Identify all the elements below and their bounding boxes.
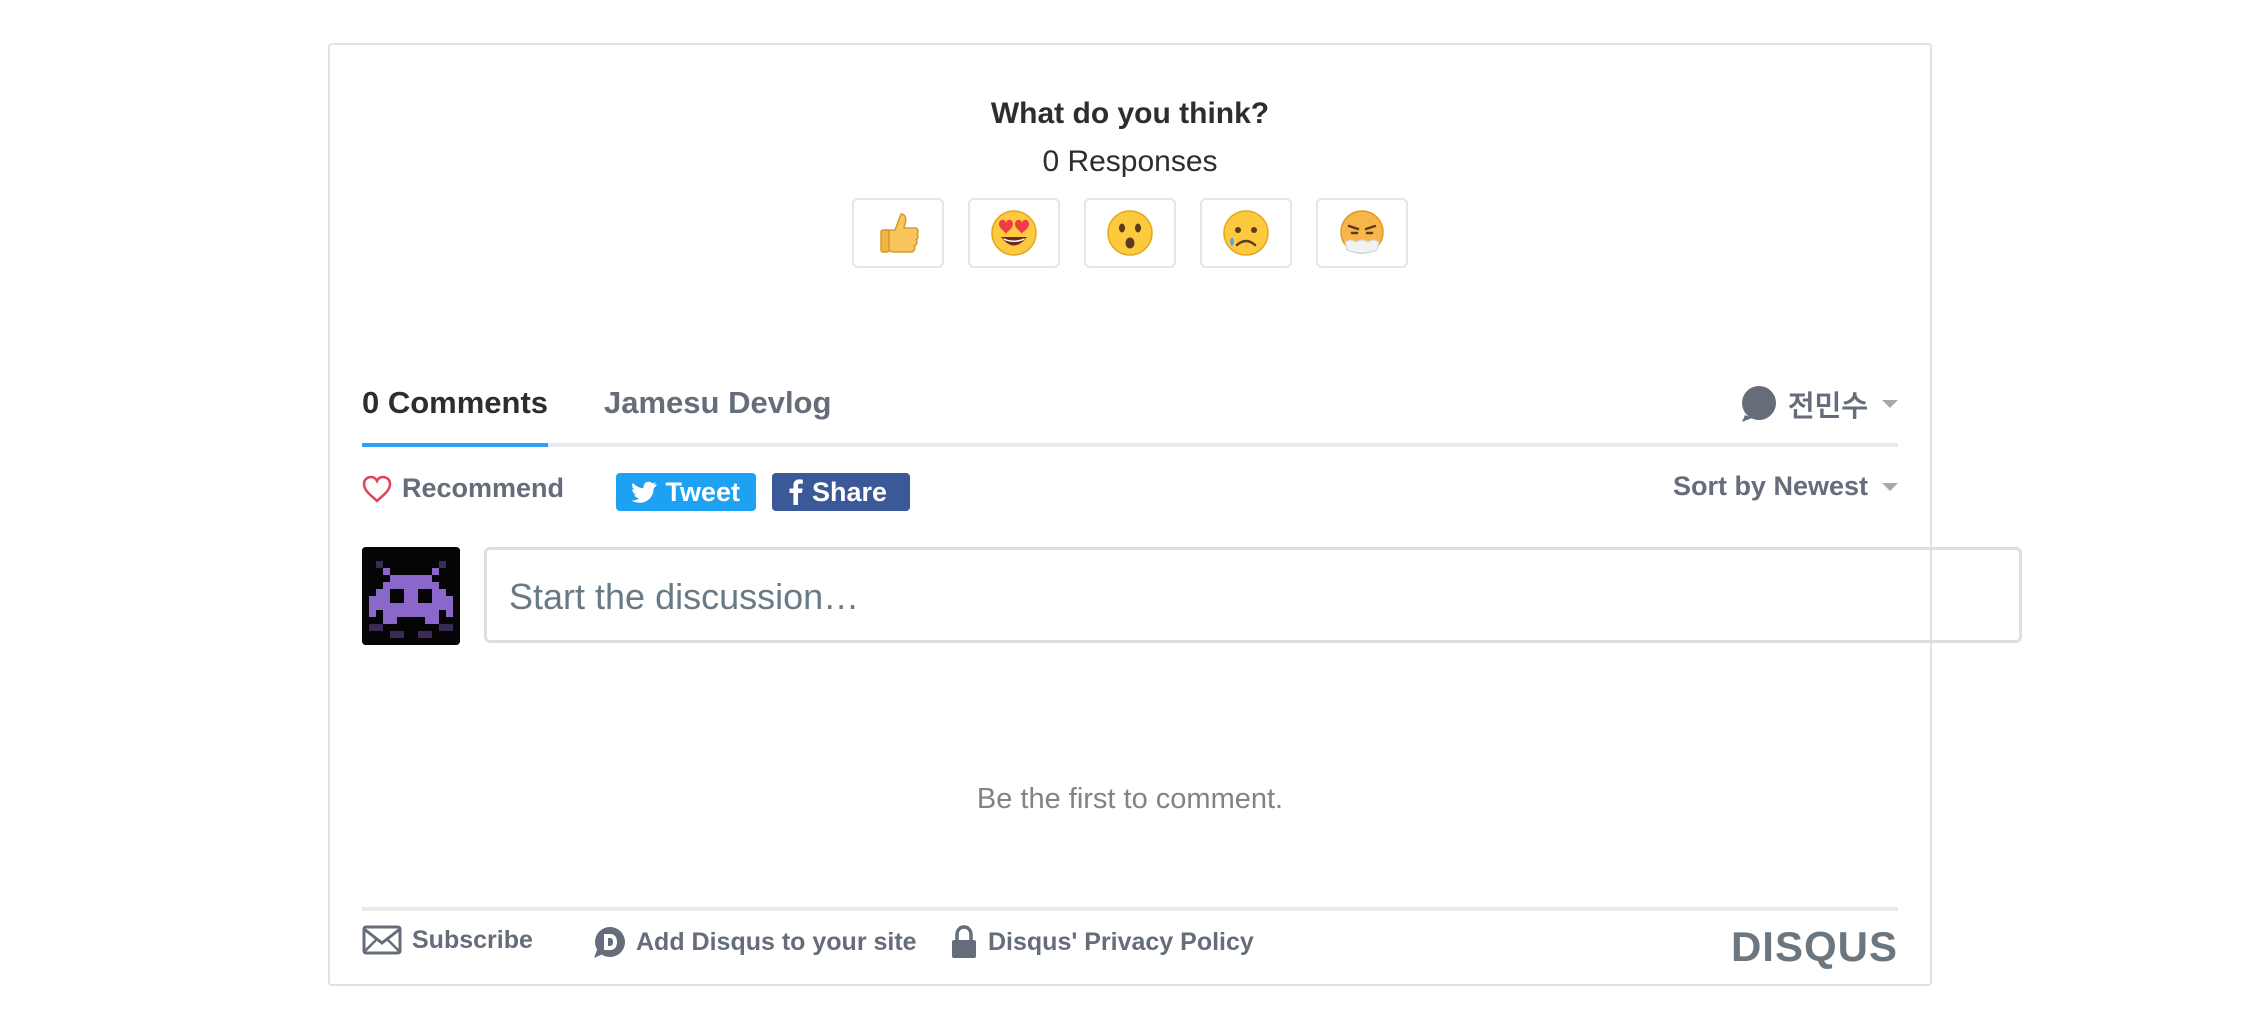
envelope-icon bbox=[362, 925, 402, 955]
reactions-count: 0 Responses bbox=[1042, 145, 1218, 178]
tweet-label: Tweet bbox=[665, 476, 740, 507]
chevron-down-icon bbox=[1882, 400, 1898, 408]
twitter-icon bbox=[632, 481, 657, 503]
recommend-button[interactable]: Recommend bbox=[362, 473, 564, 504]
chevron-down-icon bbox=[1882, 482, 1898, 491]
reaction-sad[interactable] bbox=[1200, 198, 1292, 268]
disqus-embed: What do you think? 0 Responses 0 Comment… bbox=[328, 43, 2022, 986]
facebook-share-button[interactable]: Share bbox=[772, 473, 910, 511]
privacy-policy-link[interactable]: Disqus' Privacy Policy bbox=[950, 925, 1254, 959]
reaction-row bbox=[330, 198, 1930, 268]
recommend-label: Recommend bbox=[402, 473, 565, 503]
user-menu[interactable]: 전민수 bbox=[1740, 383, 1898, 425]
reaction-angry[interactable] bbox=[1316, 198, 1408, 268]
comment-input[interactable]: Start the discussion… bbox=[484, 547, 2022, 643]
share-label: Share bbox=[812, 476, 888, 507]
thumbs-up-icon bbox=[880, 213, 919, 253]
subscribe-link[interactable]: Subscribe bbox=[362, 925, 533, 955]
reactions-title: What do you think? bbox=[990, 97, 1270, 130]
sort-label: Sort by Newest bbox=[1672, 471, 1868, 501]
disqus-d-icon bbox=[594, 927, 625, 958]
tab-bar: 0 Comments Jamesu Devlog 전민수 bbox=[362, 375, 1898, 447]
reaction-heart-eyes[interactable] bbox=[968, 198, 1060, 268]
heart-eyes-icon bbox=[991, 210, 1037, 256]
notification-bubble-icon bbox=[1741, 386, 1776, 422]
tab-comments[interactable]: 0 Comments bbox=[362, 375, 549, 447]
action-bar: Recommend Tweet Share Sort by Newest bbox=[362, 465, 1898, 515]
lock-icon bbox=[952, 925, 976, 958]
user-name: 전민수 bbox=[1787, 391, 1868, 423]
facebook-icon bbox=[789, 479, 803, 505]
surprised-icon bbox=[1107, 210, 1153, 256]
sort-dropdown[interactable]: Sort by Newest bbox=[1673, 471, 1898, 502]
tweet-button[interactable]: Tweet bbox=[616, 473, 756, 511]
reaction-surprised[interactable] bbox=[1084, 198, 1176, 268]
disqus-logo[interactable]: DISQUS bbox=[1731, 923, 1898, 971]
reaction-thumbs-up[interactable] bbox=[852, 198, 944, 268]
add-disqus-label: Add Disqus to your site bbox=[636, 927, 917, 956]
avatar[interactable] bbox=[362, 547, 460, 645]
angry-icon bbox=[1340, 210, 1384, 254]
footer: Subscribe Add Disqus to your site Disqus… bbox=[362, 907, 1898, 971]
privacy-label: Disqus' Privacy Policy bbox=[988, 927, 1254, 956]
subscribe-label: Subscribe bbox=[412, 925, 533, 954]
tab-community[interactable]: Jamesu Devlog bbox=[604, 375, 831, 443]
add-disqus-link[interactable]: Add Disqus to your site bbox=[592, 925, 917, 959]
sad-icon bbox=[1223, 210, 1269, 256]
empty-comments-message: Be the first to comment. bbox=[976, 783, 1284, 815]
space-invader-avatar-icon bbox=[362, 547, 460, 645]
heart-icon bbox=[362, 475, 392, 503]
